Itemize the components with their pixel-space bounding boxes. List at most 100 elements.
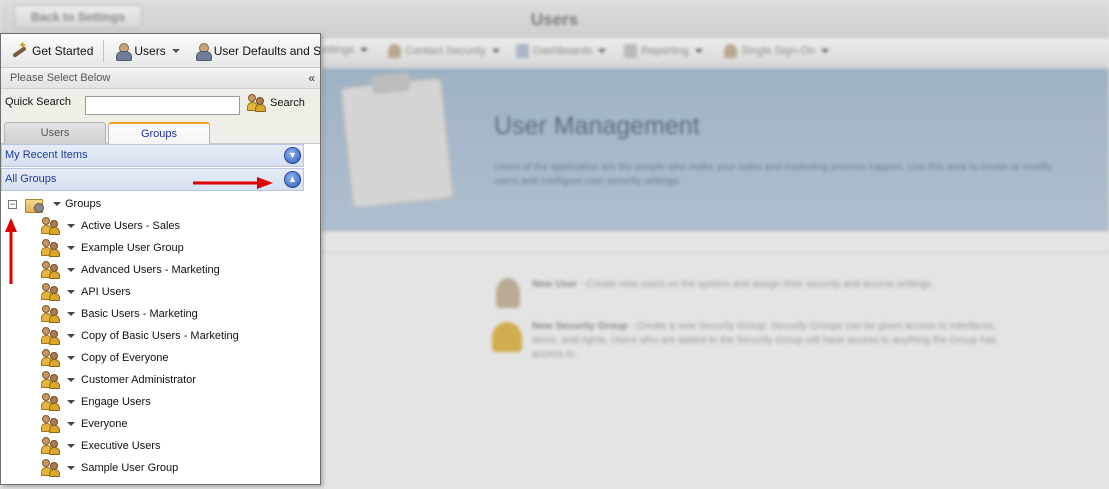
group-icon [41, 305, 61, 323]
accordion-recent-items[interactable]: My Recent Items ▼ [1, 144, 304, 167]
group-label: Copy of Basic Users - Marketing [81, 330, 239, 342]
tree-item-group[interactable]: Active Users - Sales [41, 216, 180, 236]
panel-subheader: Please Select Below « [1, 68, 320, 89]
tree-item-group[interactable]: Basic Users - Marketing [41, 304, 198, 324]
group-icon [41, 283, 61, 301]
toolbar: Get Started Users User Defaults and Sett… [1, 34, 320, 68]
chevron-down-icon[interactable] [67, 334, 75, 338]
tree-item-group[interactable]: Executive Users [41, 436, 160, 456]
search-button[interactable]: Search [247, 94, 305, 112]
quick-search-bar: Quick Search Search [1, 89, 320, 119]
chevron-down-icon[interactable] [67, 312, 75, 316]
tree-root-groups[interactable]: − Groups [8, 195, 101, 213]
report-icon [624, 44, 637, 58]
group-icon [41, 393, 61, 411]
quick-search-label: Quick Search [5, 96, 72, 108]
user-icon [116, 42, 133, 61]
group-label: Executive Users [81, 440, 161, 452]
group-icon [41, 327, 61, 345]
folder-settings-icon [25, 197, 44, 213]
chevron-down-icon[interactable] [67, 224, 75, 228]
group-label: Active Users - Sales [81, 220, 181, 232]
group-search-icon [247, 94, 267, 112]
get-started-button[interactable]: Get Started [1, 34, 93, 68]
group-label: Everyone [81, 418, 128, 430]
group-label: Copy of Everyone [81, 352, 169, 364]
hero-description: Users of the application are the people … [494, 162, 1053, 187]
collapse-tree-icon[interactable]: − [8, 199, 17, 209]
group-icon [41, 437, 61, 455]
collapse-icon[interactable]: ▲ [284, 171, 301, 188]
tree-item-group[interactable]: Advanced Users - Marketing [41, 260, 220, 280]
tree-item-group[interactable]: Copy of Basic Users - Marketing [41, 326, 239, 346]
chevron-down-icon[interactable] [67, 422, 75, 426]
chevron-down-icon [360, 48, 369, 52]
group-icon [41, 371, 61, 389]
dashboard-icon [516, 44, 529, 58]
wand-icon [10, 39, 28, 60]
group-icon [41, 349, 61, 367]
group-label: Sample User Group [81, 462, 179, 474]
menu-item-contact-security[interactable]: Contact Security [388, 44, 500, 58]
new-security-group-item[interactable]: New Security Group - Create a new Securi… [532, 320, 1002, 362]
chevron-down-icon[interactable] [53, 202, 61, 206]
group-label: Example User Group [81, 242, 184, 254]
tree-item-group[interactable]: Example User Group [41, 238, 184, 258]
menu-item-user-defaults-partial[interactable]: ettings [322, 44, 369, 56]
chevron-down-icon [694, 49, 703, 53]
chevron-down-icon [171, 48, 180, 53]
chevron-down-icon[interactable] [67, 466, 75, 470]
chevron-down-icon[interactable] [67, 246, 75, 250]
tree-item-group[interactable]: Engage Users [41, 392, 151, 412]
group-icon [41, 239, 61, 257]
menu-item-single-sign-on[interactable]: Single Sign-On [724, 44, 829, 58]
tree-item-group[interactable]: API Users [41, 282, 131, 302]
chevron-down-icon[interactable] [67, 378, 75, 382]
chevron-down-icon [821, 49, 829, 53]
group-icon [41, 217, 61, 235]
new-security-group-icon [492, 322, 522, 352]
group-label: Basic Users - Marketing [81, 308, 198, 320]
group-icon [41, 459, 61, 477]
navigation-panel: Get Started Users User Defaults and Sett… [0, 33, 321, 485]
tree-item-group[interactable]: Sample User Group [41, 458, 178, 478]
chevron-down-icon[interactable] [67, 444, 75, 448]
tree-item-group[interactable]: Customer Administrator [41, 370, 196, 390]
clipboard-icon [339, 77, 455, 209]
panel-tabs: Users Groups [1, 119, 320, 145]
tab-groups[interactable]: Groups [108, 122, 210, 145]
menu-item-reporting[interactable]: Reporting [624, 44, 703, 58]
menu-item-dashboards[interactable]: Dashboards [516, 44, 607, 58]
tree-item-group[interactable]: Everyone [41, 414, 127, 434]
group-icon [41, 261, 61, 279]
quick-search-input[interactable] [85, 96, 240, 115]
user-defaults-menu[interactable]: User Defaults and Settings [195, 34, 320, 68]
divider [322, 252, 1109, 253]
annotation-arrow-right-icon [193, 177, 273, 189]
sso-icon [724, 44, 737, 58]
chevron-down-icon[interactable] [67, 290, 75, 294]
toolbar-separator [103, 39, 105, 62]
contact-security-icon [388, 44, 401, 58]
chevron-down-icon[interactable] [67, 268, 75, 272]
tab-users[interactable]: Users [4, 122, 106, 144]
hero-title: User Management [494, 112, 700, 140]
new-user-item[interactable]: New User - Create new users on the syste… [532, 278, 1002, 292]
hero-banner: User Management Users of the application… [322, 68, 1109, 231]
group-icon [41, 415, 61, 433]
annotation-arrow-up-icon [5, 218, 17, 284]
chevron-down-icon[interactable] [67, 356, 75, 360]
new-user-icon [496, 278, 520, 308]
page-title: Users [530, 10, 579, 29]
expand-icon[interactable]: ▼ [284, 147, 301, 164]
user-settings-icon [195, 42, 212, 61]
tree-item-group[interactable]: Copy of Everyone [41, 348, 168, 368]
chevron-down-icon [598, 49, 607, 53]
group-label: API Users [81, 286, 131, 298]
group-label: Engage Users [81, 396, 151, 408]
users-menu[interactable]: Users [116, 34, 180, 68]
group-label: Customer Administrator [81, 374, 196, 386]
chevron-down-icon [491, 49, 500, 53]
collapse-panel-button[interactable]: « [308, 68, 315, 89]
chevron-down-icon[interactable] [67, 400, 75, 404]
